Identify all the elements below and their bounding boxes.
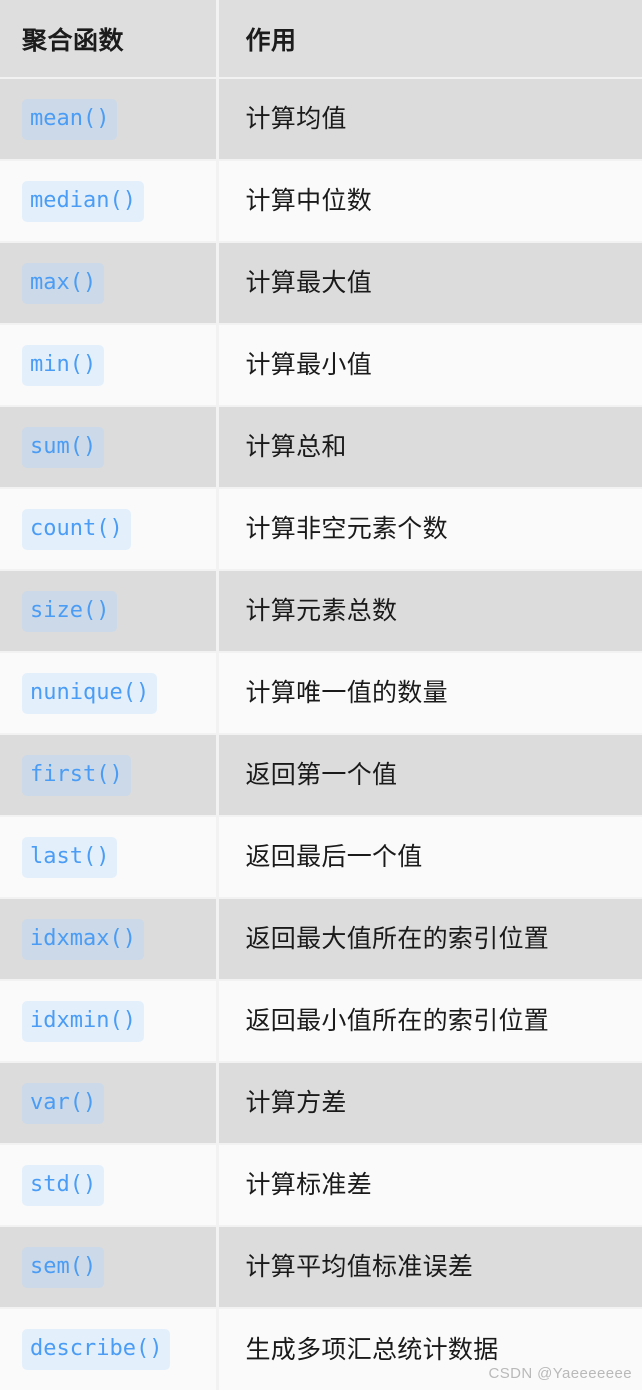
description-cell: 生成多项汇总统计数据 xyxy=(245,1335,499,1364)
function-code-chip: min() xyxy=(22,344,105,386)
table-row: count() 计算非空元素个数 xyxy=(0,488,642,571)
table-row: idxmax() 返回最大值所在的索引位置 xyxy=(0,898,642,981)
table-row: max() 计算最大值 xyxy=(0,242,642,325)
table-row: std() 计算标准差 xyxy=(0,1144,642,1227)
table-row: first() 返回第一个值 xyxy=(0,734,642,817)
function-cell: idxmin() xyxy=(0,980,219,1063)
table-row: nunique() 计算唯一值的数量 xyxy=(0,652,642,735)
description-cell: 计算均值 xyxy=(217,78,642,161)
column-header-function: 聚合函数 xyxy=(0,0,219,79)
function-code-chip: idxmin() xyxy=(22,1000,144,1042)
table-row: var() 计算方差 xyxy=(0,1062,642,1145)
aggregation-function-table-container: 聚合函数 作用 mean() 计算均值 median() 计算中位数 max() 计算最大… xyxy=(0,0,642,1391)
description-cell: 返回最后一个值 xyxy=(217,816,642,899)
description-cell: 计算标准差 xyxy=(217,1144,642,1227)
column-header-description: 作用 xyxy=(217,0,642,79)
aggregation-function-table: 聚合函数 作用 mean() 计算均值 median() 计算中位数 max() 计算最大… xyxy=(0,0,642,1390)
function-cell: max() xyxy=(0,242,219,325)
table-row: mean() 计算均值 xyxy=(0,78,642,161)
description-cell: 返回第一个值 xyxy=(217,734,642,817)
function-cell: std() xyxy=(0,1144,219,1227)
function-cell: count() xyxy=(0,488,219,571)
table-row: idxmin() 返回最小值所在的索引位置 xyxy=(0,980,642,1063)
description-cell: 计算最大值 xyxy=(217,242,642,325)
function-cell: var() xyxy=(0,1062,219,1145)
function-code-chip: describe() xyxy=(22,1329,171,1370)
table-row: last() 返回最后一个值 xyxy=(0,816,642,899)
function-code-chip: first() xyxy=(22,754,131,796)
function-cell: nunique() xyxy=(0,652,219,735)
function-code-chip: idxmax() xyxy=(22,918,144,960)
function-code-chip: size() xyxy=(22,590,118,632)
table-row: sum() 计算总和 xyxy=(0,406,642,489)
description-cell: 返回最大值所在的索引位置 xyxy=(217,898,642,981)
function-code-chip: count() xyxy=(22,508,131,550)
function-code-chip: mean() xyxy=(22,98,118,140)
function-cell: describe() xyxy=(0,1308,219,1390)
function-cell: last() xyxy=(0,816,219,899)
description-cell: 计算最小值 xyxy=(217,324,642,407)
table-row: sem() 计算平均值标准误差 xyxy=(0,1226,642,1309)
function-code-chip: std() xyxy=(22,1164,105,1206)
function-code-chip: sem() xyxy=(22,1246,105,1288)
function-cell: size() xyxy=(0,570,219,653)
table-row: min() 计算最小值 xyxy=(0,324,642,407)
description-cell: 计算非空元素个数 xyxy=(217,488,642,571)
description-cell: 计算总和 xyxy=(217,406,642,489)
table-row: describe() 生成多项汇总统计数据 xyxy=(0,1308,642,1390)
function-cell: median() xyxy=(0,160,219,243)
description-cell: 计算唯一值的数量 xyxy=(217,652,642,735)
description-cell: 计算元素总数 xyxy=(217,570,642,653)
table-header: 聚合函数 作用 xyxy=(0,0,642,79)
function-code-chip: last() xyxy=(22,836,118,878)
description-cell: 计算方差 xyxy=(217,1062,642,1145)
function-code-chip: nunique() xyxy=(22,672,158,714)
function-code-chip: sum() xyxy=(22,426,105,468)
description-cell: 计算平均值标准误差 xyxy=(217,1226,642,1309)
function-cell: sem() xyxy=(0,1226,219,1309)
table-body: mean() 计算均值 median() 计算中位数 max() 计算最大值 min() 计算… xyxy=(0,78,642,1390)
function-code-chip: median() xyxy=(22,180,144,222)
function-cell: mean() xyxy=(0,78,219,161)
function-code-chip: max() xyxy=(22,262,105,304)
description-cell: 返回最小值所在的索引位置 xyxy=(217,980,642,1063)
table-header-row: 聚合函数 作用 xyxy=(0,0,642,79)
table-row: median() 计算中位数 xyxy=(0,160,642,243)
function-cell: idxmax() xyxy=(0,898,219,981)
function-cell: first() xyxy=(0,734,219,817)
table-row: size() 计算元素总数 xyxy=(0,570,642,653)
function-code-chip: var() xyxy=(22,1082,105,1124)
description-cell: 计算中位数 xyxy=(217,160,642,243)
function-cell: min() xyxy=(0,324,219,407)
function-cell: sum() xyxy=(0,406,219,489)
